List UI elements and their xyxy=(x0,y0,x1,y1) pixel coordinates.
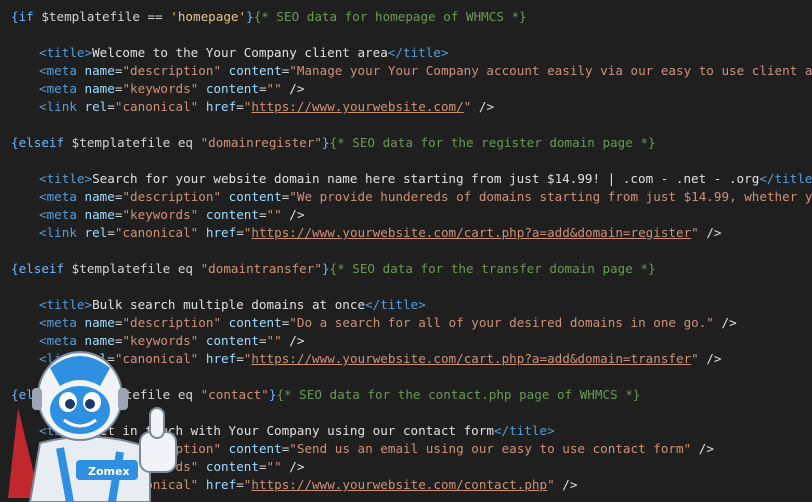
template-condition-line[interactable]: {elseif $templatefile eq "domainregister… xyxy=(0,134,656,152)
description-value: "Manage your Your Company account easily… xyxy=(289,63,812,78)
canonical-url-link: https://www.yourwebsite.com/ xyxy=(251,99,464,114)
description-value: "Do a search for all of your desired dom… xyxy=(289,315,714,330)
code-comment: {* SEO data for homepage of WHMCS *} xyxy=(253,9,527,24)
description-value: "We provide hundereds of domains startin… xyxy=(289,189,812,204)
meta-description-line[interactable]: <meta name="description" content="Do a s… xyxy=(0,314,737,332)
title-line[interactable]: <title>Welcome to the Your Company clien… xyxy=(0,44,448,62)
svg-text:Zomex: Zomex xyxy=(88,465,130,478)
title-text: Search for your website domain name here… xyxy=(92,171,760,186)
canonical-url-link: https://www.yourwebsite.com/contact.php xyxy=(251,477,548,492)
meta-keywords-line[interactable]: <meta name="keywords" content="" /> xyxy=(0,206,304,224)
code-comment: {* SEO data for the contact.php page of … xyxy=(276,387,641,402)
title-text: Welcome to the Your Company client area xyxy=(92,45,388,60)
description-value: "Send us an email using our easy to use … xyxy=(289,441,692,456)
meta-description-line[interactable]: <meta name="description" content="Manage… xyxy=(0,62,812,80)
link-canonical-line[interactable]: <link rel="canonical" href="https://www.… xyxy=(0,224,722,242)
link-canonical-line[interactable]: <link rel="canonical" href="https://www.… xyxy=(0,98,494,116)
title-text: Bulk search multiple domains at once xyxy=(92,297,366,312)
meta-description-line[interactable]: <meta name="description" content="We pro… xyxy=(0,188,812,206)
title-line[interactable]: <title>Search for your website domain na… xyxy=(0,170,812,188)
template-condition-line[interactable]: {if $templatefile == 'homepage'}{* SEO d… xyxy=(0,8,527,26)
title-line[interactable]: <title>Bulk search multiple domains at o… xyxy=(0,296,426,314)
canonical-url-link: https://www.yourwebsite.com/cart.php?a=a… xyxy=(251,351,692,366)
template-condition-line[interactable]: {elseif $templatefile eq "domaintransfer… xyxy=(0,260,656,278)
robot-mascot-icon: Zomex xyxy=(8,351,177,502)
code-comment: {* SEO data for the transfer domain page… xyxy=(329,261,656,276)
code-comment: {* SEO data for the register domain page… xyxy=(329,135,656,150)
meta-keywords-line[interactable]: <meta name="keywords" content="" /> xyxy=(0,80,304,98)
canonical-url-link: https://www.yourwebsite.com/cart.php?a=a… xyxy=(251,225,692,240)
